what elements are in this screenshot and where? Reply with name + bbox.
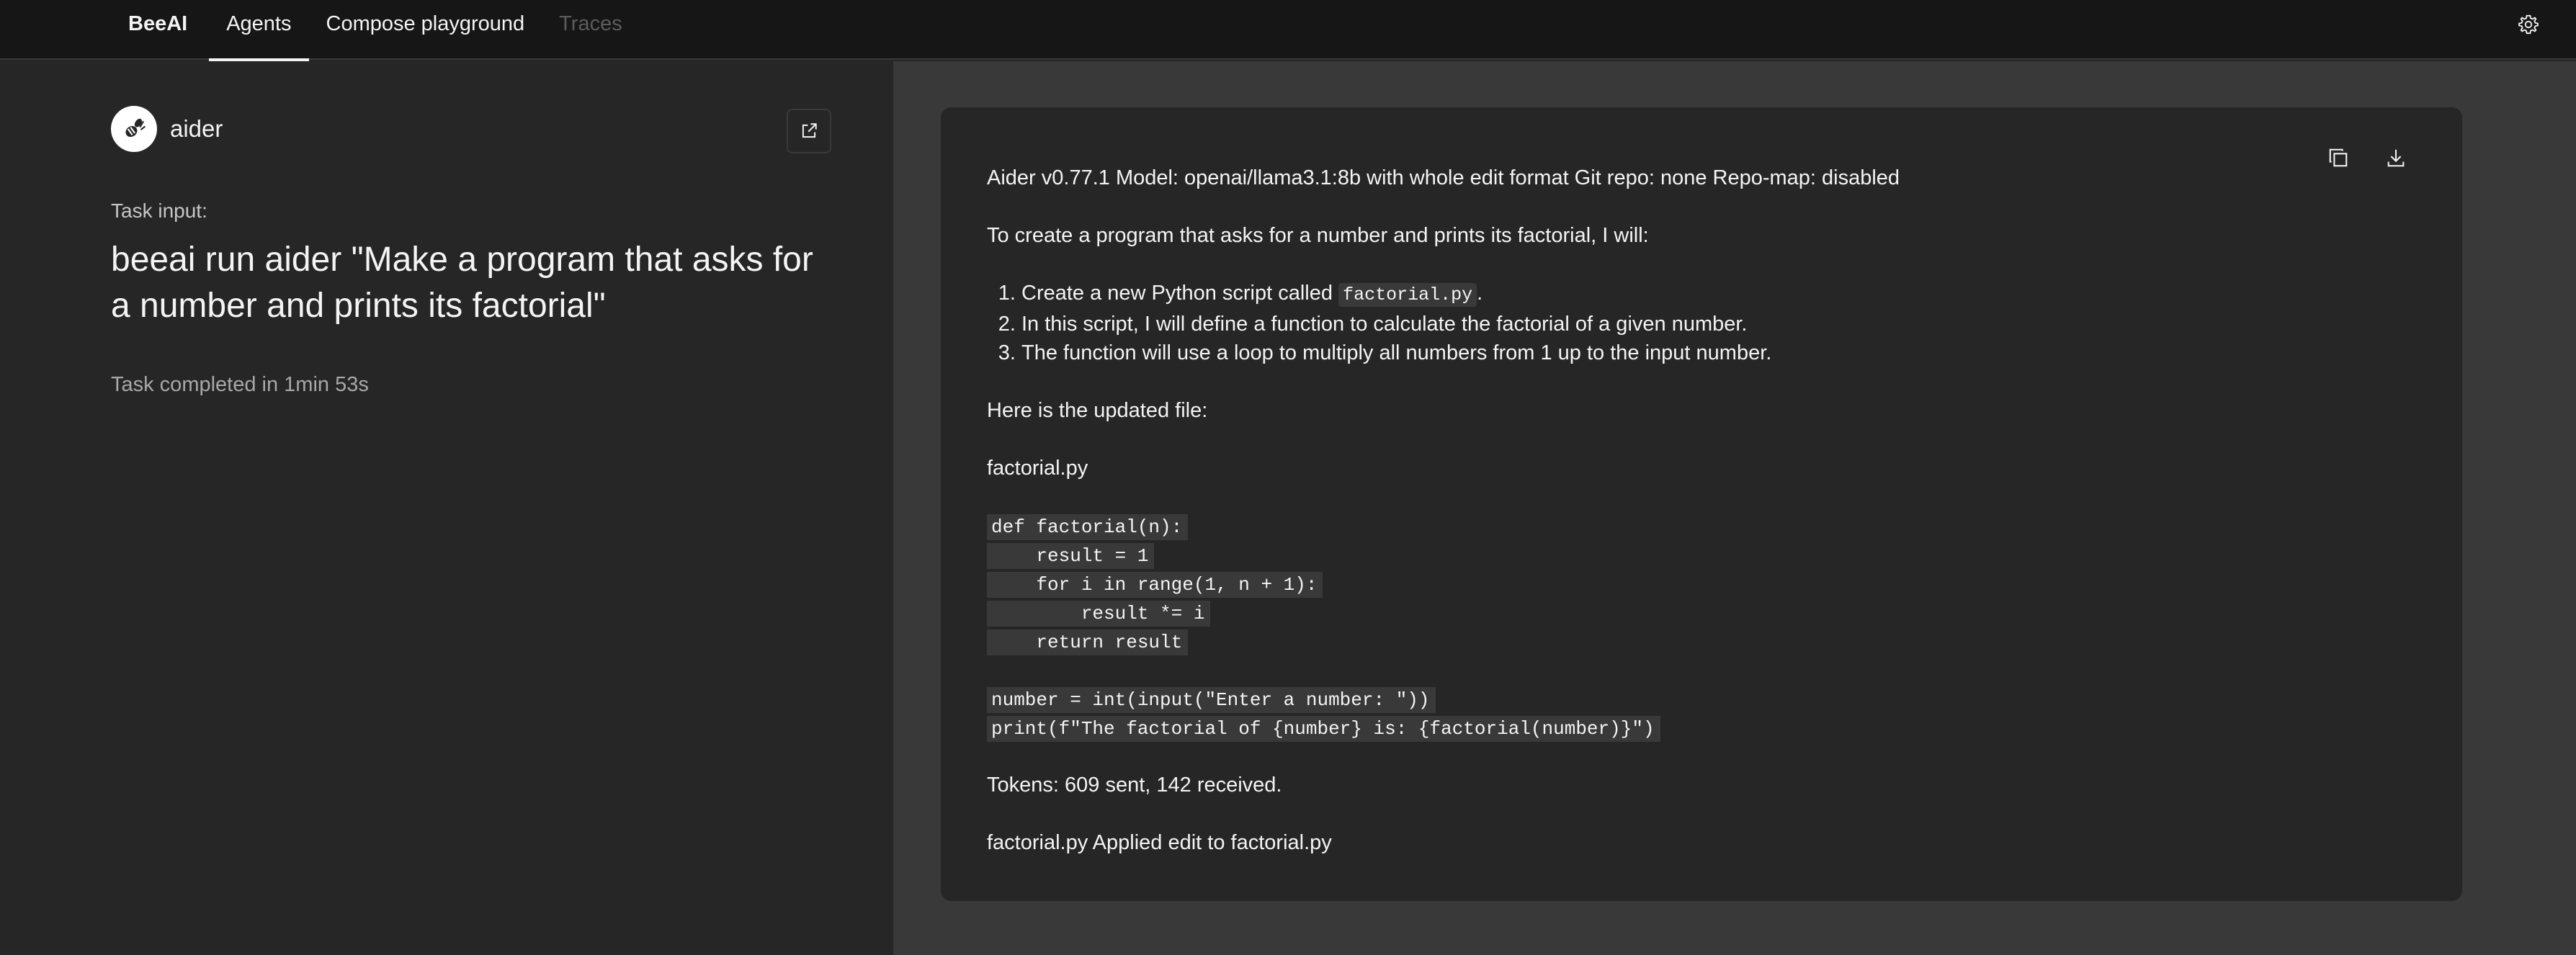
download-button[interactable]	[2377, 139, 2415, 176]
agent-output: Aider v0.77.1 Model: openai/llama3.1:8b …	[987, 163, 2356, 857]
list-item: The function will use a loop to multiply…	[1021, 338, 2356, 367]
code-line: def factorial(n):	[987, 511, 2356, 540]
code-line: return result	[987, 627, 2356, 655]
output-card: Aider v0.77.1 Model: openai/llama3.1:8b …	[941, 107, 2462, 901]
launch-icon	[802, 123, 817, 138]
tokens-info: Tokens: 609 sent, 142 received.	[987, 774, 1282, 797]
agent-header: aider	[111, 106, 223, 152]
agent-panel: aider Task input: beeai run aider "Make …	[0, 61, 893, 955]
task-input-label: Task input:	[111, 199, 207, 222]
output-panel: Aider v0.77.1 Model: openai/llama3.1:8b …	[893, 61, 2576, 955]
gear-icon	[2518, 14, 2539, 35]
inline-code: factorial.py	[1338, 283, 1477, 307]
updated-file-label: Here is the updated file:	[987, 399, 1208, 422]
nav-tabs: BeeAI Agents Compose playground Traces	[111, 0, 640, 61]
steps-list: Create a new Python script called factor…	[987, 279, 2356, 367]
task-input-text: beeai run aider "Make a program that ask…	[111, 241, 813, 325]
brand-logo[interactable]: BeeAI	[111, 0, 209, 60]
code-line: result = 1	[987, 540, 2356, 569]
code-line: for i in range(1, n + 1):	[987, 569, 2356, 598]
tab-compose-playground[interactable]: Compose playground	[309, 0, 542, 60]
code-block: def factorial(n): result = 1 for i in ra…	[987, 511, 2356, 742]
bee-icon	[125, 118, 146, 138]
agent-avatar	[111, 106, 157, 152]
agent-name: aider	[170, 115, 223, 142]
tab-agents[interactable]: Agents	[209, 0, 309, 61]
list-item: Create a new Python script called factor…	[1021, 279, 2356, 310]
applied-edit-info: factorial.py Applied edit to factorial.p…	[987, 831, 1332, 854]
list-item: In this script, I will define a function…	[1021, 310, 2356, 338]
top-navigation: BeeAI Agents Compose playground Traces	[0, 0, 2576, 61]
filename: factorial.py	[987, 457, 1088, 480]
code-line: print(f"The factorial of {number} is: {f…	[987, 713, 2356, 742]
tab-traces: Traces	[559, 12, 622, 35]
intro-text: To create a program that asks for a numb…	[987, 224, 1649, 247]
aider-header-line: Aider v0.77.1 Model: openai/llama3.1:8b …	[987, 166, 1900, 189]
open-agent-button[interactable]	[787, 109, 831, 153]
code-line: result *= i	[987, 598, 2356, 627]
settings-button[interactable]	[2510, 6, 2547, 43]
code-line: number = int(input("Enter a number: "))	[987, 684, 2356, 713]
download-icon	[2387, 149, 2405, 167]
task-status: Task completed in 1min 53s	[111, 373, 369, 396]
